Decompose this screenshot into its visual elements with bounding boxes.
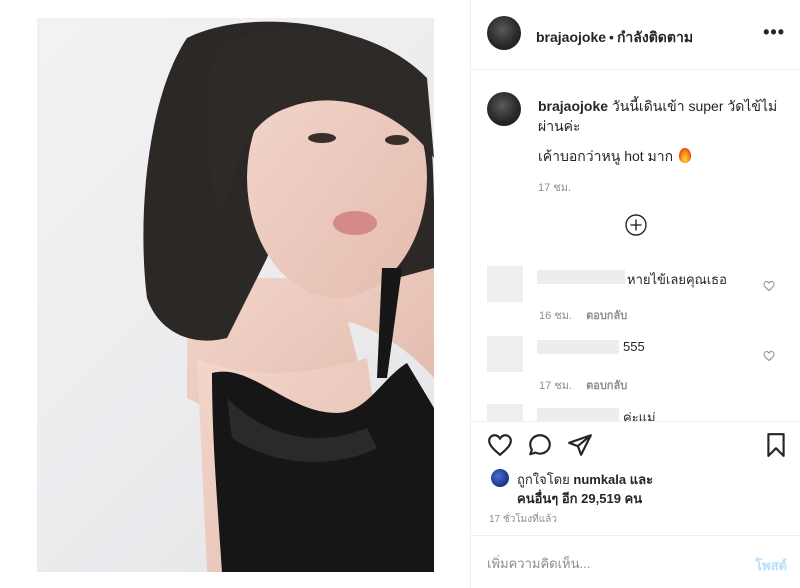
comment-text: หายไข้เลยคุณเธอ [627,272,727,287]
comment-like-heart-icon[interactable] [763,350,775,362]
caption-line2: เค้าบอกว่าหนู hot มาก [538,146,692,168]
comment-item: 555 17 ชม. ตอบกลับ [487,336,787,406]
comment-time: 16 ชม. [539,310,573,322]
fire-icon [679,148,692,163]
like-heart-icon[interactable] [487,432,513,458]
separator-dot: • [609,29,614,45]
comment-like-heart-icon[interactable] [763,280,775,292]
caption-line2-text: เค้าบอกว่าหนู hot มาก [538,148,674,164]
post-photo[interactable] [37,18,434,572]
likes-and: และ [629,472,654,487]
author-line: brajaojoke • กำลังติดตาม [536,27,693,49]
caption-time: 17 ชม. [538,182,572,194]
save-bookmark-icon[interactable] [763,432,789,458]
reply-button[interactable]: ตอบกลับ [586,380,627,392]
comment-composer: โพสต์ [471,535,800,588]
likes-others-count[interactable]: คนอื่นๆ อีก 29,519 คน [517,488,642,509]
share-paper-plane-icon[interactable] [567,432,593,458]
comment-item: หายไข้เลยคุณเธอ 16 ชม. ตอบกลับ [487,266,787,336]
comment-avatar-blurred[interactable] [487,404,523,421]
post-header: brajaojoke • กำลังติดตาม ••• [471,0,800,70]
likes-prefix: ถูกใจโดย [517,472,570,487]
more-options-icon[interactable]: ••• [763,22,785,43]
comment-text: ค่ะแม่ [623,410,656,421]
caption: brajaojoke วันนี้เดินเข้า super วัดไข้ไม… [538,96,783,136]
post-side-panel: brajaojoke • กำลังติดตาม ••• brajaojoke วั… [470,0,800,588]
author-avatar[interactable] [487,16,521,50]
posted-time[interactable]: 17 ชั่วโมงที่แล้ว [489,512,557,527]
comment-meta: 17 ชม. ตอบกลับ [539,376,627,394]
caption-avatar[interactable] [487,92,521,126]
comment-time: 17 ชม. [539,380,573,392]
comment-text: 555 [623,339,645,354]
action-bar [471,421,800,469]
comment-bubble-icon[interactable] [527,432,553,458]
likes-line1: ถูกใจโดย numkala และ [517,469,653,490]
author-username[interactable]: brajaojoke [536,29,606,45]
comment-username-blurred[interactable] [537,408,619,421]
post-comment-button[interactable]: โพสต์ [755,555,787,576]
following-status[interactable]: กำลังติดตาม [617,29,693,45]
comment-username-blurred[interactable] [537,340,619,354]
comment-item: ค่ะแม่ [487,404,787,421]
comment-avatar-blurred[interactable] [487,336,523,372]
load-more-comments-icon[interactable] [625,214,647,236]
comment-avatar-blurred[interactable] [487,266,523,302]
add-comment-input[interactable] [487,552,717,574]
liker-username[interactable]: numkala [573,472,626,487]
caption-username[interactable]: brajaojoke [538,98,608,114]
comment-username-blurred[interactable] [537,270,625,284]
liker-avatar[interactable] [491,469,509,487]
comment-meta: 16 ชม. ตอบกลับ [539,306,627,324]
reply-button[interactable]: ตอบกลับ [586,310,627,322]
portrait-illustration [143,21,434,572]
